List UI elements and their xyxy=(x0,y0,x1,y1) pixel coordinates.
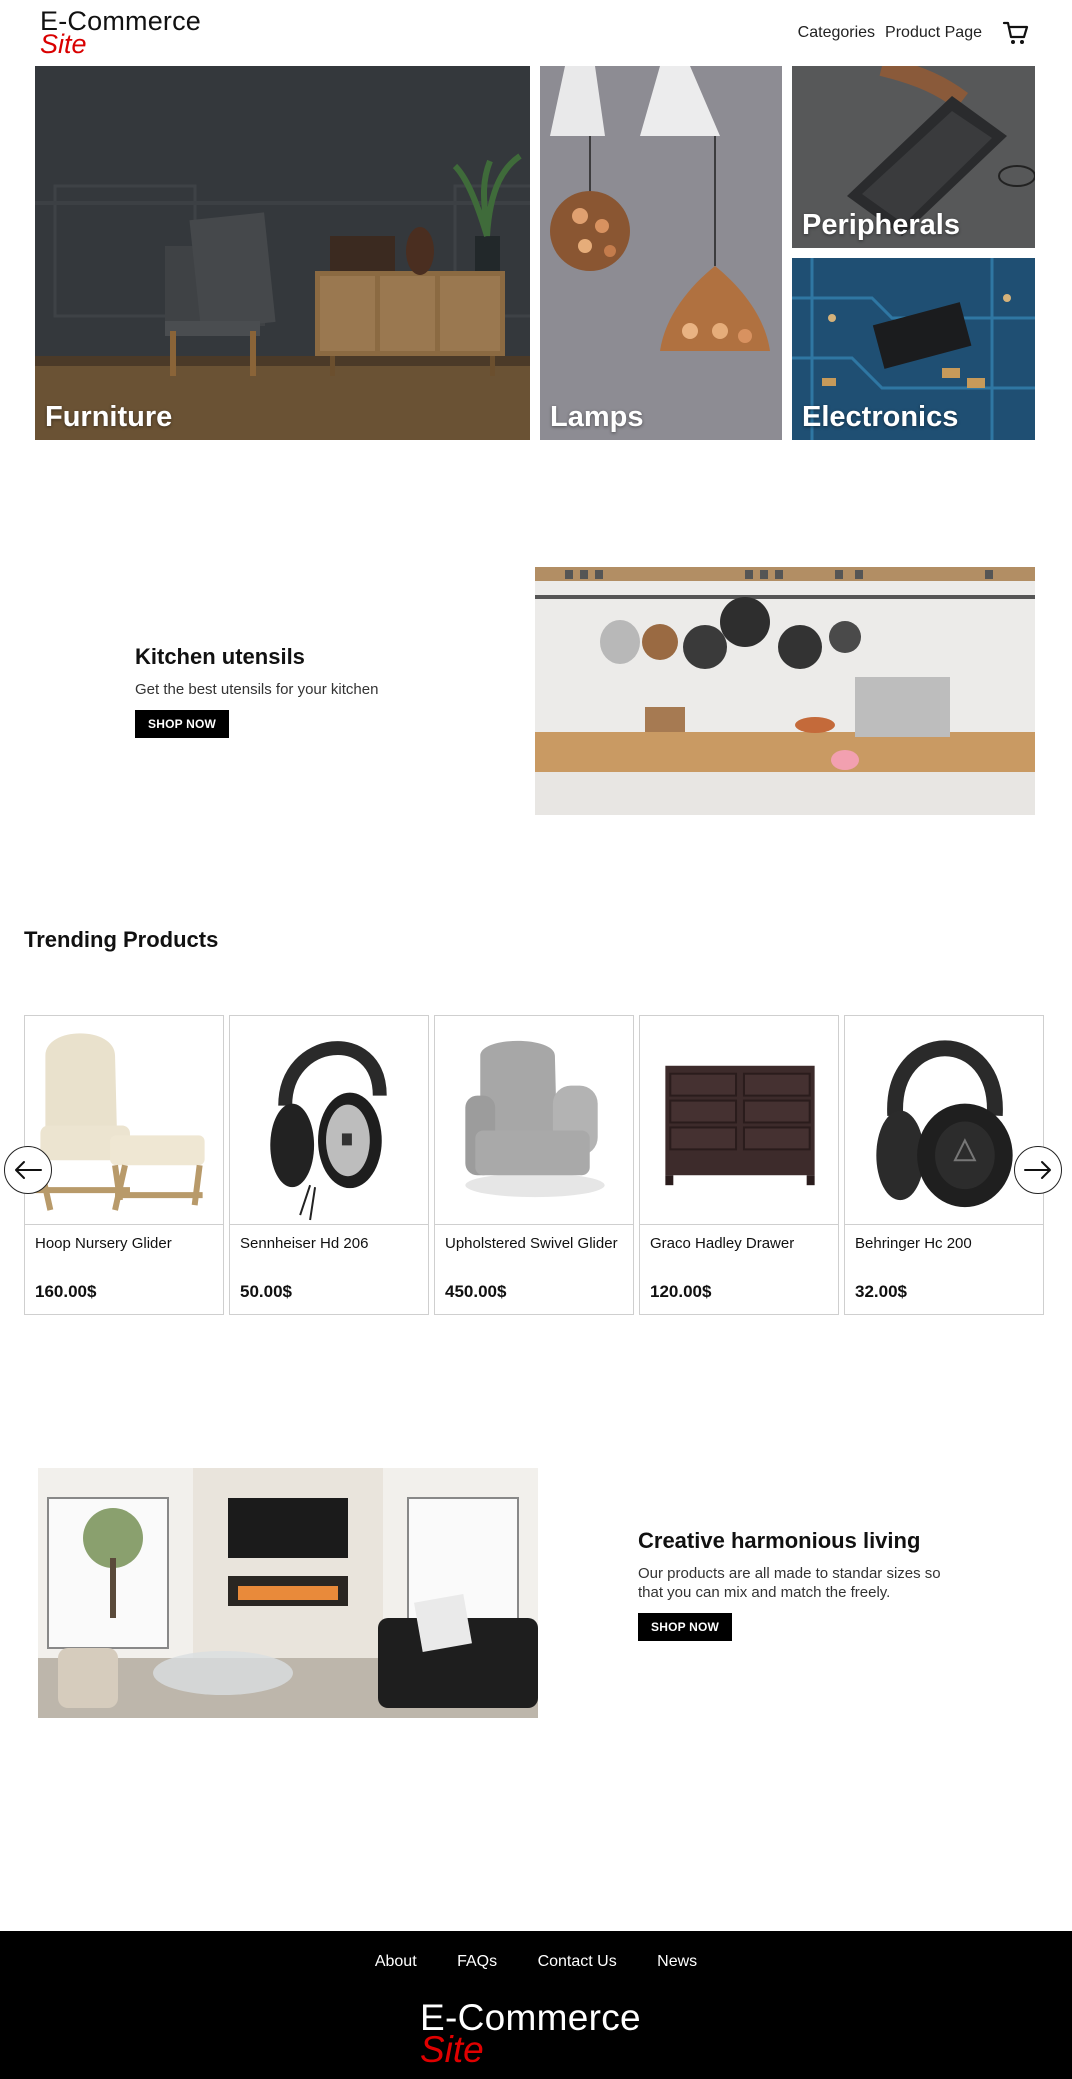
furniture-image xyxy=(35,66,530,440)
nav-product-page[interactable]: Product Page xyxy=(885,24,982,42)
trending-title: Trending Products xyxy=(24,927,219,952)
category-tile-peripherals[interactable]: Peripherals xyxy=(792,66,1035,248)
product-price: 50.00$ xyxy=(240,1282,292,1301)
footer-link-news[interactable]: News xyxy=(657,1953,697,1970)
lamps-image xyxy=(540,66,782,440)
footer-link-faqs[interactable]: FAQs xyxy=(457,1953,497,1970)
product-name: Upholstered Swivel Glider xyxy=(445,1235,618,1252)
promo-living: Creative harmonious living Our products … xyxy=(638,1528,958,1641)
footer-link-contact[interactable]: Contact Us xyxy=(538,1953,617,1970)
product-name: Behringer Hc 200 xyxy=(855,1235,972,1252)
category-label-electronics: Electronics xyxy=(802,401,959,433)
nav-categories[interactable]: Categories xyxy=(798,24,875,42)
product-name: Graco Hadley Drawer xyxy=(650,1235,795,1252)
carousel-prev-button[interactable] xyxy=(4,1146,52,1194)
product-price: 450.00$ xyxy=(445,1282,507,1301)
site-footer: About FAQs Contact Us News E-Commerce Si… xyxy=(0,1931,1072,2079)
product-card[interactable]: Sennheiser Hd 206 50.00$ xyxy=(229,1015,429,1315)
kitchen-image xyxy=(535,567,1035,815)
footer-links: About FAQs Contact Us News xyxy=(0,1953,1072,1971)
product-image xyxy=(640,1016,838,1225)
promo-kitchen-title: Kitchen utensils xyxy=(135,644,305,669)
category-label-peripherals: Peripherals xyxy=(802,209,960,241)
top-nav: Categories Product Page xyxy=(798,18,1072,48)
footer-link-about[interactable]: About xyxy=(375,1953,417,1970)
living-shop-now-button[interactable]: SHOP NOW xyxy=(638,1613,733,1641)
footer-logo[interactable]: E-Commerce Site xyxy=(420,1999,641,2068)
category-tile-lamps[interactable]: Lamps xyxy=(540,66,782,440)
product-name: Sennheiser Hd 206 xyxy=(240,1235,369,1252)
product-price: 160.00$ xyxy=(35,1282,97,1301)
product-price: 120.00$ xyxy=(650,1282,712,1301)
product-card[interactable]: Graco Hadley Drawer 120.00$ xyxy=(639,1015,839,1315)
promo-kitchen: Kitchen utensils Get the best utensils f… xyxy=(135,644,475,738)
product-card[interactable]: Upholstered Swivel Glider 450.00$ xyxy=(434,1015,634,1315)
promo-kitchen-subtitle: Get the best utensils for your kitchen xyxy=(135,681,379,698)
promo-living-title: Creative harmonious living xyxy=(638,1528,921,1553)
category-tile-electronics[interactable]: Electronics xyxy=(792,258,1035,440)
site-header: E-Commerce Site Categories Product Page xyxy=(0,0,1072,64)
site-logo[interactable]: E-Commerce Site xyxy=(40,8,201,58)
product-image xyxy=(230,1016,428,1225)
living-room-image xyxy=(38,1468,538,1718)
shopping-cart-icon[interactable] xyxy=(1002,19,1030,47)
product-card[interactable]: Hoop Nursery Glider 160.00$ xyxy=(24,1015,224,1315)
arrow-left-icon xyxy=(15,1161,42,1179)
kitchen-shop-now-button[interactable]: SHOP NOW xyxy=(135,710,230,738)
category-label-lamps: Lamps xyxy=(550,401,644,433)
product-image xyxy=(435,1016,633,1225)
carousel-next-button[interactable] xyxy=(1014,1146,1062,1194)
product-image xyxy=(845,1016,1043,1225)
arrow-right-icon xyxy=(1024,1161,1051,1179)
product-name: Hoop Nursery Glider xyxy=(35,1235,172,1252)
category-tile-furniture[interactable]: Furniture xyxy=(35,66,530,440)
product-image xyxy=(25,1016,223,1225)
promo-living-subtitle: Our products are all made to standar siz… xyxy=(638,1565,941,1601)
category-label-furniture: Furniture xyxy=(45,401,173,433)
product-price: 32.00$ xyxy=(855,1282,907,1301)
